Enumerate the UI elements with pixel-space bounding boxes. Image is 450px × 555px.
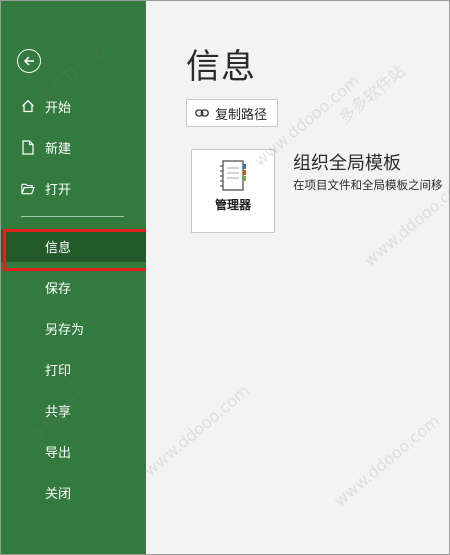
- sidebar-item-close[interactable]: 关闭: [1, 477, 146, 507]
- window: 开始 新建 打开 信息 保存 另存为 打印 共享 导出 关闭 信息 复制路径 管…: [0, 0, 450, 555]
- sidebar-item-new[interactable]: 新建: [1, 132, 146, 162]
- sidebar-item-save-as[interactable]: 另存为: [1, 313, 146, 343]
- section-title: 组织全局模板: [293, 153, 401, 174]
- sidebar-item-open[interactable]: 打开: [1, 173, 146, 203]
- organizer-tile-label: 管理器: [214, 198, 251, 212]
- copy-path-button[interactable]: 复制路径: [186, 99, 278, 127]
- highlight-annotation: [3, 229, 151, 271]
- sidebar-item-label: 新建: [45, 141, 72, 157]
- new-document-icon: [21, 139, 35, 155]
- sidebar-item-label: 导出: [45, 445, 72, 461]
- page-title: 信息: [186, 47, 256, 87]
- sidebar-item-share[interactable]: 共享: [1, 395, 146, 425]
- back-arrow-icon: [23, 56, 34, 66]
- sidebar-item-label: 保存: [45, 281, 72, 297]
- sidebar-item-label: 关闭: [45, 486, 72, 502]
- sidebar-item-label: 开始: [45, 100, 72, 116]
- back-button[interactable]: [17, 49, 41, 73]
- notebook-icon: [220, 160, 246, 191]
- sidebar-item-label: 打开: [45, 182, 72, 198]
- section-description: 在项目文件和全局模板之间移: [293, 178, 443, 192]
- sidebar-item-save[interactable]: 保存: [1, 272, 146, 302]
- copy-path-label: 复制路径: [215, 107, 268, 123]
- sidebar-item-label: 打印: [45, 363, 72, 379]
- sidebar-divider: [21, 216, 124, 217]
- sidebar-item-home[interactable]: 开始: [1, 91, 146, 121]
- main-panel: 信息 复制路径 管理器 组织全局模板 在项目文件和全局模板之间移: [146, 1, 449, 554]
- organizer-tile[interactable]: 管理器: [191, 149, 275, 233]
- open-folder-icon: [21, 180, 35, 196]
- sidebar-item-label: 另存为: [45, 322, 85, 338]
- sidebar-item-label: 共享: [45, 404, 72, 420]
- link-icon: [195, 106, 209, 120]
- home-icon: [21, 98, 35, 114]
- sidebar-item-print[interactable]: 打印: [1, 354, 146, 384]
- backstage-sidebar: 开始 新建 打开 信息 保存 另存为 打印 共享 导出 关闭: [1, 1, 146, 554]
- sidebar-item-export[interactable]: 导出: [1, 436, 146, 466]
